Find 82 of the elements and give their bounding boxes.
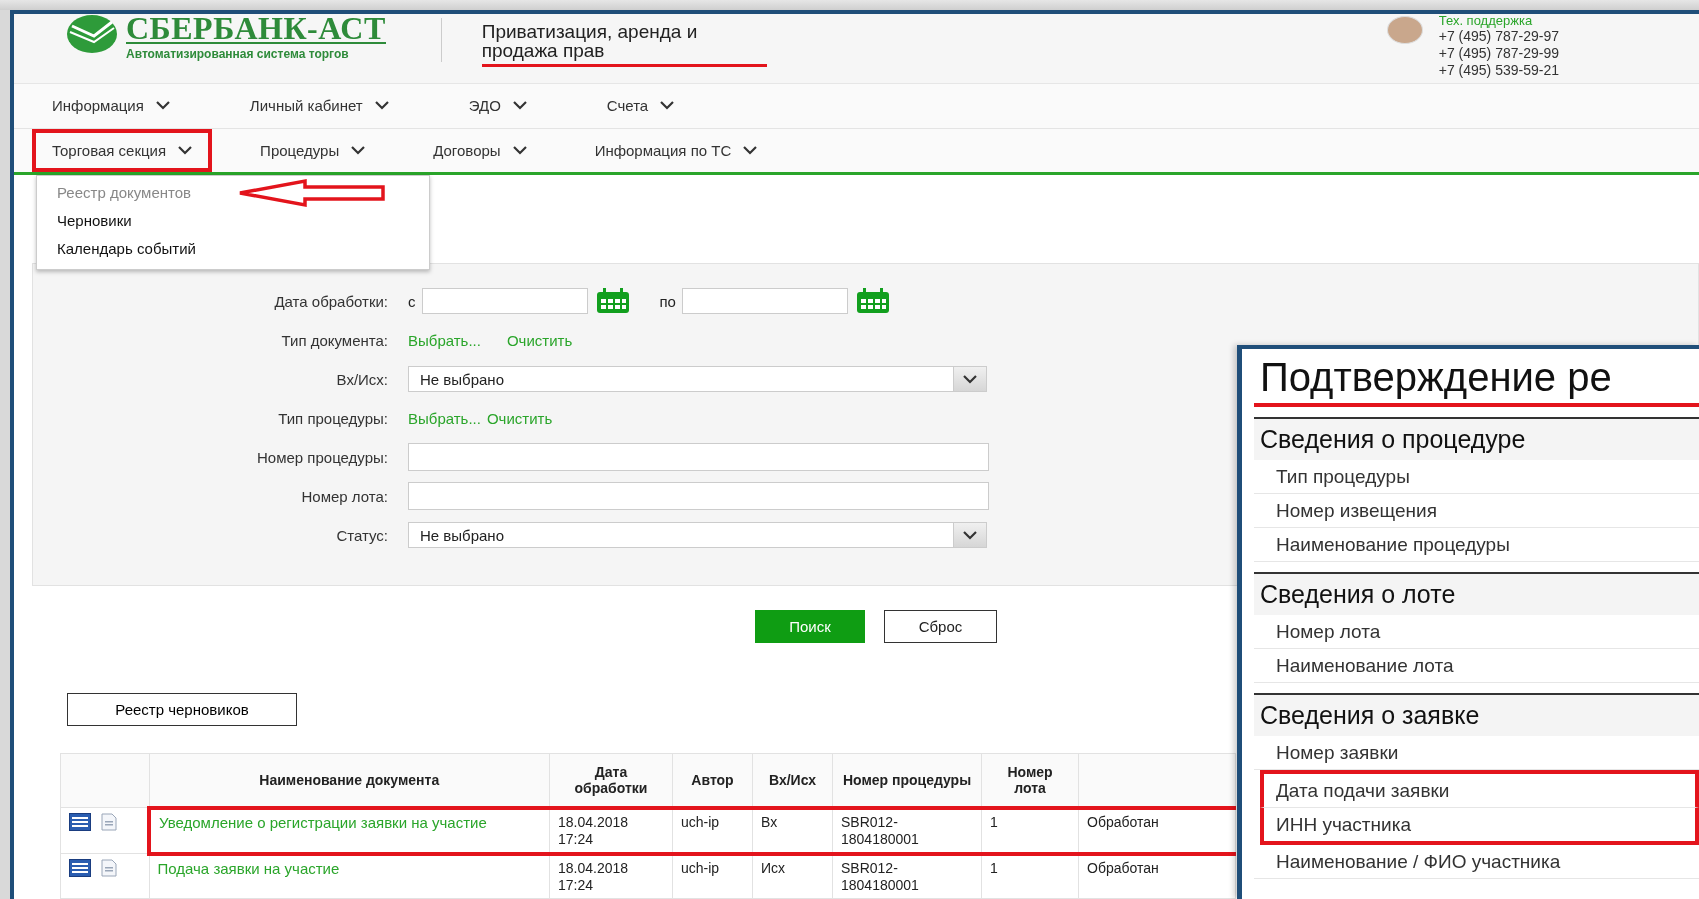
phone-number: +7 (495) 787-29-97 bbox=[1438, 28, 1559, 45]
column-header: Номер лота bbox=[981, 753, 1079, 808]
chevron-down-icon bbox=[178, 145, 193, 155]
nav-menu-item[interactable]: Торговая секция bbox=[32, 128, 213, 172]
chevron-down-icon bbox=[963, 375, 977, 384]
text-input-field[interactable] bbox=[408, 443, 989, 472]
table-cell: 1 bbox=[981, 854, 1079, 899]
select-dropdown[interactable]: Не выбрано bbox=[408, 522, 987, 549]
field-label: Наименование лота bbox=[1254, 649, 1699, 683]
form-title: Подтверждение ре bbox=[1254, 349, 1699, 407]
table-cell: Обработан bbox=[1078, 854, 1236, 899]
field-label: ИНН участника bbox=[1260, 808, 1699, 845]
date-input-field[interactable] bbox=[421, 288, 588, 315]
drafts-registry-button[interactable]: Реестр черновиков bbox=[67, 693, 297, 726]
phone-number: +7 (495) 787-29-99 bbox=[1438, 45, 1559, 62]
table-cell: Исх bbox=[752, 854, 833, 899]
field-label: Дата подачи заявки bbox=[1260, 770, 1699, 808]
table-cell: Обработан bbox=[1078, 808, 1236, 854]
table-cell: 18.04.2018 17:24 bbox=[549, 808, 673, 854]
column-header: Дата обработки bbox=[549, 753, 673, 808]
text-input-field[interactable] bbox=[408, 482, 989, 511]
logo-title: СБЕРБАНК-АСТ bbox=[126, 14, 386, 44]
filter-label: Номер лота: bbox=[300, 488, 388, 505]
document-icon[interactable] bbox=[100, 812, 117, 831]
select-dropdown[interactable]: Не выбрано bbox=[408, 366, 987, 393]
chevron-down-icon bbox=[155, 101, 170, 111]
chevron-down-icon bbox=[660, 101, 675, 111]
field-label: Наименование / ФИО участника bbox=[1254, 845, 1699, 879]
nav-menu-item[interactable]: Процедуры bbox=[240, 128, 386, 172]
nav-menu-item[interactable]: Информация по ТС bbox=[574, 128, 778, 172]
filter-label: Вх/Исх: bbox=[335, 371, 388, 388]
word-document-icon[interactable] bbox=[69, 858, 91, 877]
chevron-down-icon bbox=[963, 531, 977, 540]
chevron-down-icon bbox=[512, 101, 527, 111]
section-heading: Сведения о процедуре bbox=[1254, 417, 1699, 460]
calendar-icon[interactable] bbox=[855, 288, 890, 315]
dropdown-item[interactable]: Календарь событий bbox=[37, 235, 216, 263]
from-label: с bbox=[408, 293, 416, 310]
dropdown-item[interactable]: Черновики bbox=[37, 207, 152, 235]
column-header: Номер процедуры bbox=[832, 753, 982, 808]
nav-menu-item[interactable]: Счета bbox=[586, 84, 695, 128]
table-cell: SBR012-1804180001 bbox=[832, 854, 982, 899]
table-cell: 1 bbox=[981, 808, 1079, 854]
column-header: Вх/Исх bbox=[752, 753, 833, 808]
nav-menu-item[interactable]: ЭДО bbox=[448, 84, 547, 128]
section-title: Приватизация, аренда и продажа прав bbox=[481, 22, 767, 67]
date-input-field[interactable] bbox=[681, 288, 848, 315]
document-icon[interactable] bbox=[100, 858, 117, 877]
table-cell: uch-ip bbox=[672, 854, 753, 899]
field-label: Номер извещения bbox=[1254, 494, 1699, 528]
logo-subtitle: Автоматизированная система торгов bbox=[126, 47, 350, 61]
field-label: Наименование процедуры bbox=[1254, 528, 1699, 562]
support-label: Тех. поддержка bbox=[1438, 14, 1534, 28]
search-button[interactable]: Поиск bbox=[755, 610, 865, 643]
table-cell: SBR012-1804180001 bbox=[832, 808, 982, 854]
filter-label: Тип документа: bbox=[280, 332, 388, 349]
field-label: Номер лота bbox=[1254, 615, 1699, 649]
chevron-down-icon bbox=[743, 145, 758, 155]
table-cell: 18.04.2018 17:24 bbox=[549, 854, 673, 899]
to-label: по bbox=[659, 293, 676, 310]
word-document-icon[interactable] bbox=[69, 812, 91, 831]
calendar-icon[interactable] bbox=[595, 288, 630, 315]
phone-number: +7 (495) 539-59-21 bbox=[1438, 62, 1559, 79]
reset-button[interactable]: Сброс bbox=[884, 610, 997, 643]
field-label: Номер заявки bbox=[1254, 736, 1699, 770]
filter-label: Тип процедуры: bbox=[277, 410, 388, 427]
filter-label: Дата обработки: bbox=[273, 293, 388, 310]
nav-menu-item[interactable]: Договоры bbox=[413, 128, 547, 172]
nav-menu-item[interactable]: Личный кабинет bbox=[229, 84, 409, 128]
table-cell: uch-ip bbox=[672, 808, 753, 854]
filter-label: Номер процедуры: bbox=[256, 449, 388, 466]
section-heading: Сведения о заявке bbox=[1254, 693, 1699, 736]
chevron-down-icon bbox=[374, 101, 389, 111]
table-cell: Вх bbox=[752, 808, 833, 854]
section-heading: Сведения о лоте bbox=[1254, 572, 1699, 615]
column-header: Наименование документа bbox=[149, 753, 550, 808]
filter-label: Статус: bbox=[335, 527, 388, 544]
column-header: Автор bbox=[672, 753, 753, 808]
nav-menu-item[interactable]: Информация bbox=[32, 84, 190, 128]
chevron-down-icon bbox=[512, 145, 527, 155]
field-label: Тип процедуры bbox=[1254, 460, 1699, 494]
chevron-down-icon bbox=[351, 145, 366, 155]
